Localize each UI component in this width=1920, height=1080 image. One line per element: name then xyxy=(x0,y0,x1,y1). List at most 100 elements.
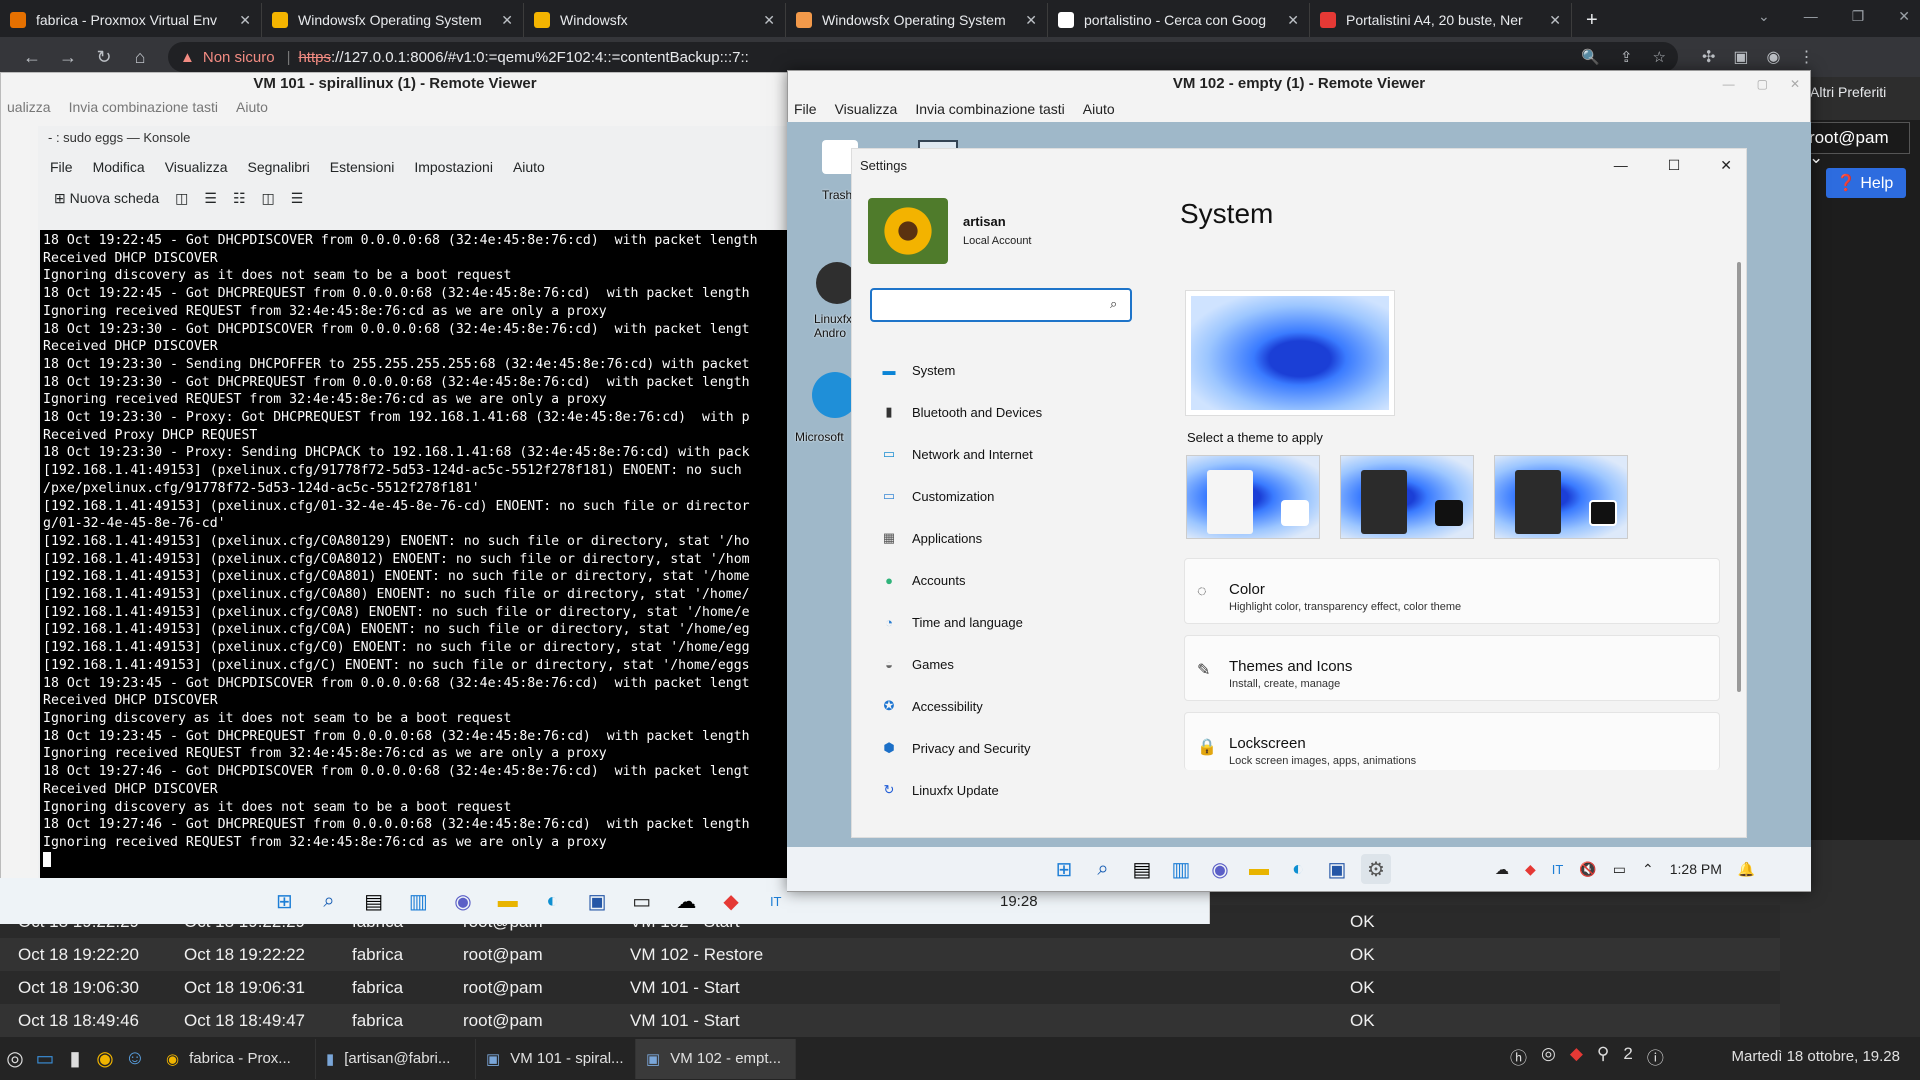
menu-item[interactable]: Impostazioni xyxy=(414,159,493,175)
anydesk-icon[interactable]: ◆ xyxy=(1525,861,1536,878)
settings-card[interactable]: ◌ Color Highlight color, transparency effe… xyxy=(1184,558,1720,624)
tab-close-icon[interactable]: ✕ xyxy=(1287,12,1299,29)
forward-icon[interactable]: → xyxy=(50,47,86,68)
settings-search-input[interactable] xyxy=(870,288,1132,322)
settings-nav-item[interactable]: ◔ Time and language xyxy=(878,613,1023,631)
settings-nav-item[interactable]: ↻ Linuxfx Update xyxy=(878,781,999,799)
menu-item[interactable]: Visualizza xyxy=(835,101,898,117)
taskbar-task[interactable]: ▣ VM 101 - spiral... xyxy=(476,1038,636,1079)
widgets-icon[interactable]: ▥ xyxy=(404,886,433,916)
menu-item[interactable]: Aiuto xyxy=(513,159,545,175)
settings-nav-item[interactable]: ✪ Accessibility xyxy=(878,697,983,715)
folder-icon[interactable]: ▬ xyxy=(1244,854,1274,884)
table-row[interactable]: Oct 18 19:06:30 Oct 18 19:06:31 fabrica roo… xyxy=(0,971,1780,1004)
minimize-icon[interactable]: — xyxy=(1804,8,1818,25)
theme-dark[interactable] xyxy=(1340,455,1474,539)
browser-tab[interactable]: fabrica - Proxmox Virtual Env ✕ xyxy=(0,3,262,37)
minimize-icon[interactable]: — xyxy=(1723,77,1735,91)
help-button[interactable]: ❓ Help xyxy=(1826,168,1906,198)
browser-tab[interactable]: Windowsfx Operating System ✕ xyxy=(262,3,524,37)
split-columns-icon[interactable]: ◫ xyxy=(262,190,275,207)
task-view-icon[interactable]: ▤ xyxy=(1127,854,1157,884)
zoom-icon[interactable]: 🔍 xyxy=(1581,48,1600,66)
table-row[interactable]: Oct 18 18:49:46 Oct 18 18:49:47 fabrica roo… xyxy=(0,1004,1780,1037)
menu-item[interactable]: Estensioni xyxy=(330,159,395,175)
layout-grid-icon[interactable]: ☷ xyxy=(233,190,246,207)
files-icon[interactable]: ▭ xyxy=(30,1044,60,1074)
new-tab-button[interactable]: ⊞ Nuova scheda xyxy=(54,190,159,207)
finder-icon[interactable]: ☺ xyxy=(120,1044,150,1074)
chat-icon[interactable]: ◉ xyxy=(1205,854,1235,884)
menu-item[interactable]: File xyxy=(794,101,817,117)
cloud-icon[interactable]: ☁ xyxy=(1495,861,1509,878)
store-icon[interactable]: ▣ xyxy=(1322,854,1352,884)
settings-card[interactable]: 🔒 Lockscreen Lock screen images, apps, ani… xyxy=(1184,712,1720,770)
menu-item[interactable]: Invia combinazione tasti xyxy=(69,99,218,115)
address-bar[interactable]: ▲ Non sicuro | https ://127.0.0.1:8006/#… xyxy=(168,42,1678,72)
menu-item[interactable]: Aiuto xyxy=(236,99,268,115)
home-icon[interactable]: ⌂ xyxy=(122,47,158,68)
host-clock[interactable]: Martedì 18 ottobre, 19.28 xyxy=(1732,1048,1900,1065)
chat-icon[interactable]: ◉ xyxy=(449,886,478,916)
terminal-launcher-icon[interactable]: ▮ xyxy=(60,1044,90,1074)
tab-close-icon[interactable]: ✕ xyxy=(1025,12,1037,29)
tab-close-icon[interactable]: ✕ xyxy=(239,12,251,29)
bookmark-star-icon[interactable]: ☆ xyxy=(1653,48,1666,66)
not-secure-label[interactable]: Non sicuro xyxy=(203,49,275,66)
folder-icon[interactable]: ▬ xyxy=(493,886,522,916)
theme-light[interactable] xyxy=(1186,455,1320,539)
close-icon[interactable]: ✕ xyxy=(1898,8,1910,25)
terminal-icon[interactable]: ▭ xyxy=(627,886,656,916)
store-icon[interactable]: ▣ xyxy=(583,886,612,916)
back-icon[interactable]: ← xyxy=(14,47,50,68)
extensions-icon[interactable]: ✣ xyxy=(1702,47,1715,67)
browser-tab[interactable]: Portalistini A4, 20 buste, Ner ✕ xyxy=(1310,3,1572,37)
settings-scrollbar[interactable] xyxy=(1737,262,1741,692)
split-view-icon[interactable]: ◫ xyxy=(175,190,188,207)
table-row[interactable]: Oct 18 19:22:20 Oct 18 19:22:22 fabrica roo… xyxy=(0,938,1780,971)
settings-nav-item[interactable]: ◒ Games xyxy=(878,655,954,673)
browser-tab[interactable]: Windowsfx Operating System ✕ xyxy=(786,3,1048,37)
settings-card[interactable]: ✎ Themes and Icons Install, create, manage xyxy=(1184,635,1720,701)
start-icon[interactable]: ⊞ xyxy=(270,886,299,916)
browser-tab[interactable]: Windowsfx ✕ xyxy=(524,3,786,37)
settings-nav-item[interactable]: ● Accounts xyxy=(878,571,965,589)
anydesk-icon[interactable]: ◆ xyxy=(1570,1044,1583,1069)
tab-close-icon[interactable]: ✕ xyxy=(763,12,775,29)
notification-icon[interactable]: 🔔 xyxy=(1738,861,1755,878)
tab-close-icon[interactable]: ✕ xyxy=(1549,12,1561,29)
layout-list-icon[interactable]: ☰ xyxy=(291,190,304,207)
close-icon[interactable]: ✕ xyxy=(1790,77,1800,91)
tab-close-icon[interactable]: ✕ xyxy=(501,12,513,29)
app-menu-icon[interactable]: ◎ xyxy=(0,1044,30,1074)
maximize-icon[interactable]: ▢ xyxy=(1757,77,1768,91)
menu-item[interactable]: File xyxy=(50,159,73,175)
settings-nav-item[interactable]: ▮ Bluetooth and Devices xyxy=(878,403,1042,421)
hp-icon[interactable]: ⓗ xyxy=(1510,1044,1527,1069)
restore-icon[interactable]: ❐ xyxy=(1852,8,1865,25)
network-icon[interactable]: ◎ xyxy=(1541,1044,1556,1069)
other-bookmarks[interactable]: Altri Preferiti xyxy=(1810,84,1886,100)
kde-connect-icon[interactable]: ⚲ xyxy=(1597,1044,1609,1069)
settings-nav-item[interactable]: ⬢ Privacy and Security xyxy=(878,739,1030,757)
vm102-clock[interactable]: 1:28 PM xyxy=(1670,861,1722,877)
maximize-icon[interactable]: ☐ xyxy=(1668,157,1681,174)
sidebar-icon[interactable]: ▣ xyxy=(1733,47,1748,67)
browser-tab[interactable]: portalistino - Cerca con Goog ✕ xyxy=(1048,3,1310,37)
tab-search-icon[interactable]: ⌄ xyxy=(1758,8,1770,25)
settings-nav-item[interactable]: ▭ Customization xyxy=(878,487,995,505)
cloud-icon[interactable]: ☁ xyxy=(672,886,701,916)
edge-icon[interactable]: ◐ xyxy=(538,886,567,916)
new-tab-icon[interactable]: + xyxy=(1586,3,1598,37)
reload-icon[interactable]: ↻ xyxy=(86,47,122,68)
taskbar-task[interactable]: ◉ fabrica - Prox... xyxy=(156,1038,316,1079)
menu-item[interactable]: Visualizza xyxy=(165,159,228,175)
widgets-icon[interactable]: ▥ xyxy=(1166,854,1196,884)
volume-muted-icon[interactable]: 🔇 xyxy=(1579,861,1596,878)
menu-item[interactable]: Segnalibri xyxy=(247,159,309,175)
layout-rows-icon[interactable]: ☰ xyxy=(204,190,217,207)
vm101-clock[interactable]: 19:28 xyxy=(1000,893,1038,910)
chevron-up-icon[interactable]: ⌃ xyxy=(1642,861,1654,878)
menu-item[interactable]: Aiuto xyxy=(1083,101,1115,117)
edge-icon[interactable]: ◐ xyxy=(1283,854,1313,884)
